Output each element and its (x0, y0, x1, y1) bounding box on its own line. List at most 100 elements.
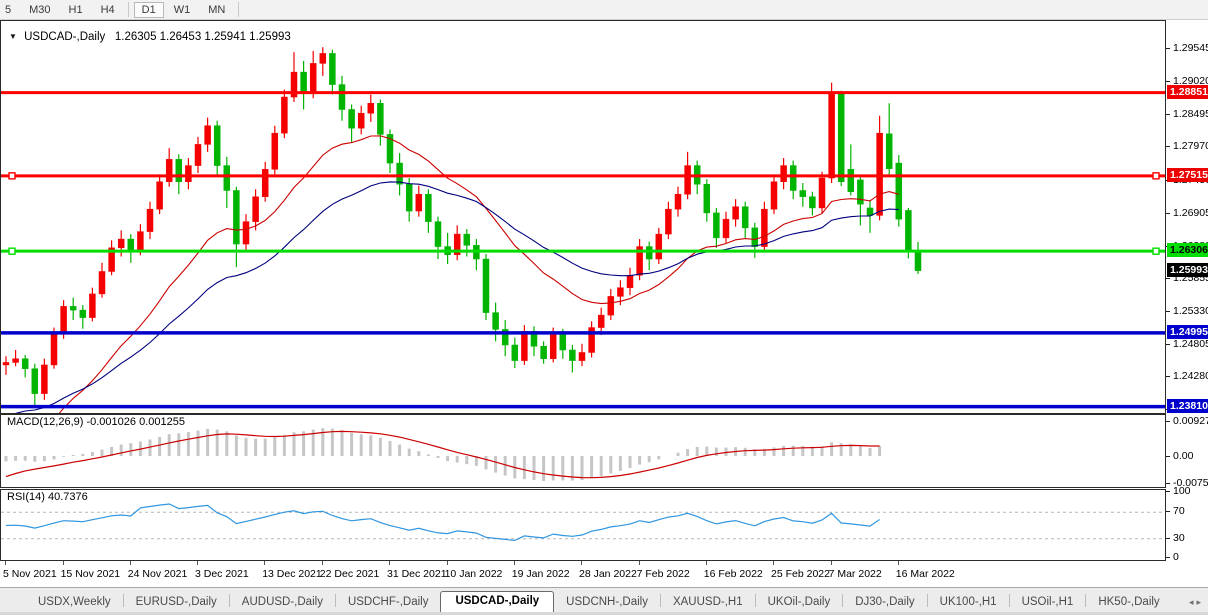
rsi-axis-tick (1166, 491, 1170, 492)
rsi-axis-tick (1166, 538, 1170, 539)
chart-tab-usdcnh-daily[interactable]: USDCNH-,Daily (554, 593, 660, 612)
rsi-label: RSI(14) 40.7376 (7, 491, 88, 503)
date-axis-label: 16 Mar 2022 (895, 568, 955, 580)
level-price-badge: 1.24995 (1167, 324, 1208, 339)
rsi-axis-tick (1166, 557, 1170, 558)
date-axis-tick (446, 561, 448, 565)
toolbar-separator (238, 2, 240, 17)
date-axis-tick (62, 561, 64, 565)
timeframe-button-w1[interactable]: W1 (166, 2, 199, 18)
date-axis-tick (705, 561, 707, 565)
chart-tab-usdcad-daily[interactable]: USDCAD-,Daily (440, 591, 555, 612)
macd-axis-label: 0.00 (1173, 450, 1194, 462)
date-axis-tick (264, 561, 266, 565)
rsi-axis-label: 0 (1173, 551, 1179, 563)
rsi-indicator-panel[interactable]: RSI(14) 40.7376 (0, 489, 1166, 561)
price-axis-tick (1166, 48, 1170, 50)
timeframe-button-d1[interactable]: D1 (133, 1, 164, 18)
toolbar-separator (127, 2, 129, 17)
tab-scroll-arrows: ◂▸ (1189, 597, 1204, 608)
chart-tab-uk100-h1[interactable]: UK100-,H1 (928, 593, 1009, 612)
timeframe-button-mn[interactable]: MN (200, 2, 233, 18)
price-axis-tick (1166, 310, 1170, 312)
date-axis-label: 5 Nov 2021 (3, 568, 57, 580)
date-axis-tick (638, 561, 640, 565)
chart-tab-audusd-daily[interactable]: AUDUSD-,Daily (230, 593, 335, 612)
price-axis-tick (1166, 278, 1170, 280)
price-axis-tick-label: 1.29545 (1173, 42, 1208, 55)
macd-axis-tick (1166, 483, 1170, 484)
date-axis-tick (389, 561, 390, 565)
macd-indicator-panel[interactable]: MACD(12,26,9) -0.001026 0.001255 (0, 414, 1166, 488)
candlestick-chart[interactable] (1, 21, 1165, 413)
rsi-axis-label: 30 (1173, 532, 1185, 544)
price-axis-tick-label: 1.28495 (1173, 107, 1208, 120)
timeframe-button-m30[interactable]: M30 (21, 2, 58, 18)
macd-axis-tick (1166, 421, 1170, 422)
price-chart-panel[interactable]: ▼ USDCAD-,Daily 1.26305 1.26453 1.25941 … (0, 20, 1166, 414)
chart-ohlc-values: 1.26305 1.26453 1.25941 1.25993 (114, 31, 291, 43)
date-axis-label: 16 Feb 2022 (703, 568, 763, 580)
macd-label: MACD(12,26,9) -0.001026 0.001255 (7, 416, 185, 428)
date-axis-label: 28 Jan 2022 (579, 568, 637, 580)
price-axis-tick-label: 1.24280 (1173, 370, 1208, 383)
date-axis-label: 13 Dec 2021 (262, 568, 322, 580)
date-axis-tick (513, 561, 515, 565)
price-axis-tick (1166, 81, 1170, 83)
chart-tabbar: USDX,Weekly EURUSD-,Daily AUDUSD-,Daily USD… (0, 587, 1208, 612)
timeframe-button-5[interactable]: 5 (0, 2, 19, 18)
date-axis-tick (897, 561, 899, 565)
level-price-badge: 1.27515 (1167, 167, 1208, 182)
date-axis-tick (321, 561, 323, 565)
date-axis-tick (129, 561, 131, 565)
chart-tab-eurusd-daily[interactable]: EURUSD-,Daily (124, 593, 229, 612)
chart-tab-ukoil-daily[interactable]: UKOil-,Daily (756, 593, 843, 612)
date-axis-label: 24 Nov 2021 (127, 568, 188, 580)
price-axis-tick-label: 1.24805 (1173, 337, 1208, 350)
date-axis-tick (197, 561, 198, 565)
level-price-badge: 1.26306 (1167, 243, 1208, 258)
price-axis-tick-label: 1.27970 (1173, 140, 1208, 153)
chart-tab-usdx-weekly[interactable]: USDX,Weekly (26, 593, 123, 612)
price-axis-tick (1166, 376, 1170, 378)
level-price-badge: 1.28851 (1167, 84, 1208, 99)
price-axis: 1.295451.290201.284951.279701.274301.269… (1166, 20, 1208, 588)
chart-tab-usdchf-daily[interactable]: USDCHF-,Daily (336, 593, 441, 612)
date-axis-label: 7 Feb 2022 (636, 568, 690, 580)
date-axis-tick (830, 561, 832, 565)
date-axis-tick (581, 561, 582, 565)
price-axis-tick (1166, 113, 1170, 115)
rsi-axis-label: 70 (1173, 505, 1185, 517)
date-axis-label: 10 Jan 2022 (444, 568, 503, 580)
timeframe-button-h4[interactable]: H4 (93, 2, 123, 18)
price-axis-tick-label: 1.26905 (1173, 206, 1208, 219)
chart-tab-usoil-h1[interactable]: USOil-,H1 (1010, 593, 1086, 612)
current-price-badge: 1.25993 (1167, 262, 1208, 277)
date-axis-label: 25 Feb 2022 (771, 568, 830, 580)
timeframe-toolbar: 5 M30 H1 H4 D1 W1 MN (0, 0, 1208, 20)
chart-tab-xauusd-h1[interactable]: XAUUSD-,H1 (661, 593, 755, 612)
rsi-plot (1, 503, 1165, 542)
date-axis-label: 15 Nov 2021 (60, 568, 121, 580)
price-axis-tick (1166, 343, 1170, 345)
tab-scroll-right-icon[interactable]: ▸ (1196, 597, 1204, 607)
macd-axis-label: 0.009278 (1173, 415, 1208, 427)
rsi-axis-tick (1166, 511, 1170, 512)
level-price-badge: 1.23810 (1167, 398, 1208, 413)
chart-title: ▼ USDCAD-,Daily 1.26305 1.26453 1.25941 … (9, 31, 291, 43)
chart-tab-dj30-daily[interactable]: DJ30-,Daily (843, 593, 926, 612)
date-axis-tick (773, 561, 774, 565)
trading-app-window: 5 M30 H1 H4 D1 W1 MN ▼ USDCAD-,Daily 1.26305 1… (0, 0, 1208, 615)
date-axis: 5 Nov 2021 15 Nov 2021 24 Nov 2021 3 Dec 20… (0, 561, 1166, 587)
date-axis-label: 22 Dec 2021 (319, 568, 380, 580)
rsi-axis-label: 100 (1173, 485, 1191, 497)
date-axis-label: 3 Dec 2021 (195, 568, 249, 580)
chart-tab-hk50-daily[interactable]: HK50-,Daily (1086, 593, 1171, 612)
chevron-down-icon: ▼ (9, 32, 17, 41)
date-axis-label: 31 Dec 2021 (387, 568, 447, 580)
macd-axis-tick (1166, 456, 1170, 457)
price-axis-tick (1166, 146, 1170, 148)
timeframe-button-h1[interactable]: H1 (61, 2, 91, 18)
chart-symbol: USDCAD-,Daily (24, 31, 106, 43)
date-axis-tick (5, 561, 6, 565)
